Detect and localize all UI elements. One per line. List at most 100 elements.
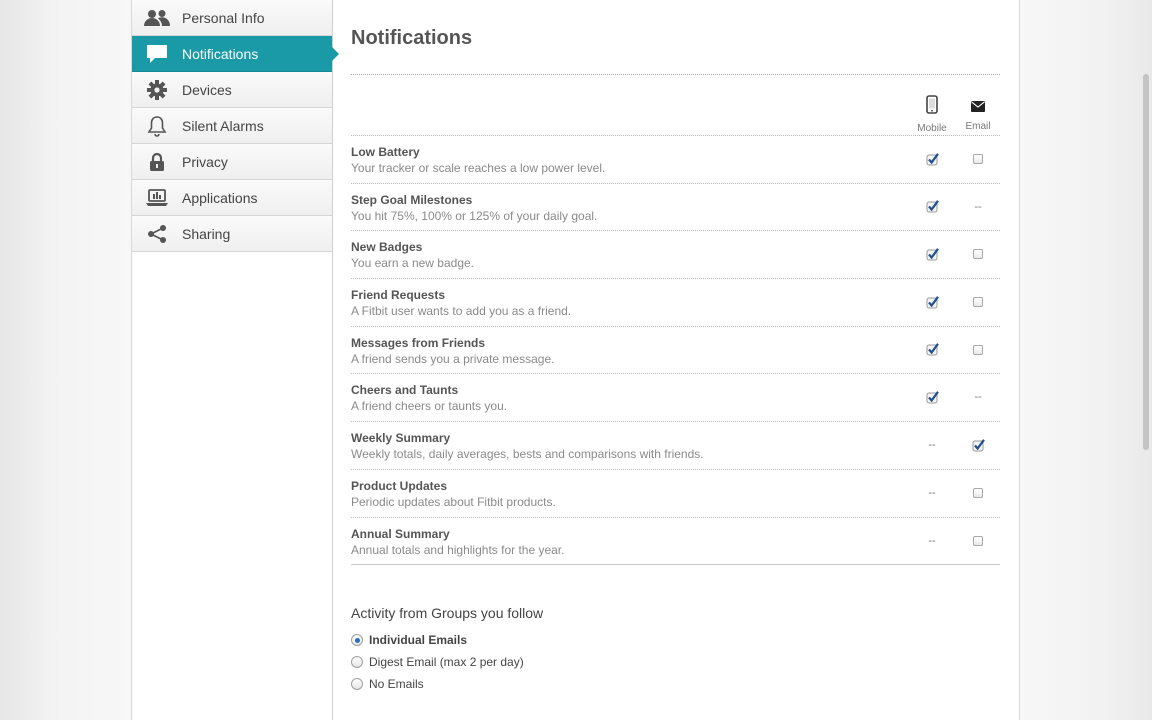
sidebar-item-devices[interactable]: Devices <box>132 72 332 108</box>
checkbox-box <box>973 297 983 308</box>
checkbox-box <box>973 154 983 164</box>
column-label: Email <box>965 121 991 132</box>
sidebar-item-label: Notifications <box>182 45 259 62</box>
unavailable-dash: -- <box>928 534 936 547</box>
mobile-checkbox-checked[interactable] <box>924 246 940 262</box>
column-header-email: Email <box>958 95 998 132</box>
mobile-not-available: -- <box>924 533 940 549</box>
notification-row: Messages from Friends A friend sends you … <box>351 327 1000 375</box>
email-checkbox[interactable] <box>970 342 986 358</box>
radio-label: Individual Emails <box>369 633 468 647</box>
bell-icon <box>132 115 182 137</box>
mobile-checkbox-checked[interactable] <box>924 151 940 167</box>
email-checkbox[interactable] <box>970 246 986 262</box>
sidebar-item-label: Personal Info <box>182 9 265 26</box>
email-not-available: -- <box>970 389 986 405</box>
sidebar-item-silent-alarms[interactable]: Silent Alarms <box>132 108 332 144</box>
sidebar-item-label: Devices <box>182 81 232 98</box>
notification-row: Friend Requests A Fitbit user wants to ad… <box>351 279 1000 327</box>
notification-row: Step Goal Milestones You hit 75%, 100% or… <box>351 184 1000 232</box>
sidebar-item-label: Sharing <box>182 225 231 242</box>
people-icon <box>132 9 182 27</box>
radio-option[interactable]: Individual Emails <box>351 631 467 649</box>
sidebar-item-label: Silent Alarms <box>182 117 264 134</box>
divider <box>351 74 1000 75</box>
radio-dot <box>354 637 360 643</box>
sidebar-item-label: Privacy <box>182 153 228 170</box>
notification-title: Cheers and Taunts <box>351 383 459 398</box>
envelope-icon <box>971 99 985 117</box>
mobile-checkbox-checked[interactable] <box>924 389 940 405</box>
unavailable-dash: -- <box>928 439 936 452</box>
notification-row: New Badges You earn a new badge. <box>351 231 1000 280</box>
unavailable-dash: -- <box>974 200 982 213</box>
notification-description: You hit 75%, 100% or 125% of your daily … <box>351 208 598 223</box>
unavailable-dash: -- <box>974 391 982 404</box>
notification-description: A Fitbit user wants to add you as a frie… <box>351 304 572 319</box>
email-checkbox-checked[interactable] <box>970 437 986 453</box>
notification-title: New Badges <box>351 240 423 255</box>
share-icon <box>132 224 182 244</box>
radio-option[interactable]: Digest Email (max 2 per day) <box>351 653 524 671</box>
sidebar-item-personal-info[interactable]: Personal Info <box>132 0 332 36</box>
email-checkbox[interactable] <box>970 485 986 501</box>
radio-button-selected[interactable] <box>351 634 363 646</box>
mobile-not-available: -- <box>924 485 940 501</box>
laptop-icon <box>132 188 182 207</box>
groups-section-title: Activity from Groups you follow <box>351 605 544 621</box>
email-checkbox[interactable] <box>970 294 986 310</box>
sidebar-item-sharing[interactable]: Sharing <box>132 216 332 252</box>
checkbox-box <box>973 344 983 355</box>
column-label: Mobile <box>917 123 947 134</box>
mobile-checkbox-checked[interactable] <box>924 342 940 358</box>
checkbox-box <box>973 487 983 498</box>
notification-row: Weekly Summary Weekly totals, daily avera… <box>351 422 1000 470</box>
email-checkbox[interactable] <box>970 151 986 167</box>
checkbox-box <box>973 249 983 260</box>
notification-description: Weekly totals, daily averages, bests and… <box>351 447 704 462</box>
settings-panel: Personal Info Notifications Devices Sile… <box>131 0 1020 720</box>
checkbox-box <box>973 535 983 546</box>
phone-icon <box>926 95 938 119</box>
column-header-mobile: Mobile <box>912 95 952 134</box>
scrollbar[interactable] <box>1140 0 1152 720</box>
unavailable-dash: -- <box>928 486 936 499</box>
sidebar-item-label: Applications <box>182 189 258 206</box>
sidebar-item-applications[interactable]: Applications <box>132 180 332 216</box>
notification-row: Low Battery Your tracker or scale reaches… <box>351 136 1000 184</box>
sidebar-item-privacy[interactable]: Privacy <box>132 144 332 180</box>
notification-title: Step Goal Milestones <box>351 192 473 207</box>
page-title: Notifications <box>351 27 473 49</box>
notification-title: Annual Summary <box>351 526 450 541</box>
notification-row: Annual Summary Annual totals and highligh… <box>351 518 1000 566</box>
mobile-not-available: -- <box>924 437 940 453</box>
mobile-checkbox-checked[interactable] <box>924 199 940 215</box>
notification-list: Low Battery Your tracker or scale reaches… <box>351 136 1000 566</box>
notification-description: Periodic updates about Fitbit products. <box>351 494 556 509</box>
sidebar: Personal Info Notifications Devices Sile… <box>132 0 339 720</box>
notification-title: Product Updates <box>351 478 448 493</box>
radio-label: Digest Email (max 2 per day) <box>369 655 524 669</box>
radio-button[interactable] <box>351 656 363 668</box>
notification-title: Weekly Summary <box>351 431 451 446</box>
radio-label: No Emails <box>369 677 424 691</box>
notification-description: You earn a new badge. <box>351 256 474 271</box>
scrollbar-thumb[interactable] <box>1143 74 1149 450</box>
notification-description: Annual totals and highlights for the yea… <box>351 542 565 557</box>
notification-description: Your tracker or scale reaches a low powe… <box>351 161 606 175</box>
notification-description: A friend sends you a private message. <box>351 351 555 366</box>
notification-row: Cheers and Taunts A friend cheers or taun… <box>351 374 1000 423</box>
speech-bubble-icon <box>132 44 182 64</box>
notification-row: Product Updates Periodic updates about Fi… <box>351 470 1000 518</box>
notification-title: Messages from Friends <box>351 335 486 350</box>
email-not-available: -- <box>970 199 986 215</box>
notification-title: Friend Requests <box>351 288 446 303</box>
email-checkbox[interactable] <box>970 533 986 549</box>
mobile-checkbox-checked[interactable] <box>924 294 940 310</box>
radio-option[interactable]: No Emails <box>351 675 424 693</box>
sidebar-item-notifications[interactable]: Notifications <box>132 36 339 72</box>
notification-description: A friend cheers or taunts you. <box>351 399 508 414</box>
radio-button[interactable] <box>351 678 363 690</box>
lock-icon <box>132 152 182 172</box>
gear-icon <box>132 79 182 100</box>
